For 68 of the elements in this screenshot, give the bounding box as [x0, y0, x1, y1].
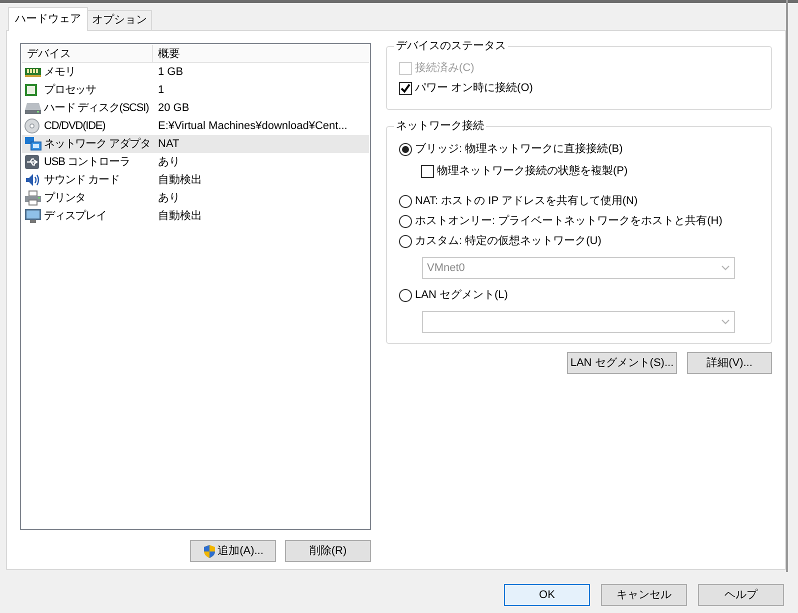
radio-button[interactable]	[399, 214, 412, 228]
checkbox[interactable]	[399, 82, 412, 94]
device-summary: NAT	[157, 136, 180, 152]
panel-button[interactable]: 詳細(V)...	[687, 352, 772, 374]
device-summary: 1	[157, 82, 164, 98]
checkbox-label: 接続済み(C)	[415, 60, 474, 76]
device-row[interactable]: サウンド カード 自動検出	[22, 171, 369, 189]
radio-label: NAT: ホストの IP アドレスを共有して使用(N)	[415, 194, 638, 209]
dialog-button[interactable]: キャンセル	[601, 584, 687, 606]
monitor-icon	[24, 208, 42, 224]
network-icon	[24, 136, 42, 152]
device-name: CD/DVD(IDE)	[44, 118, 106, 134]
panel-button[interactable]: LAN セグメント(S)...	[567, 352, 677, 374]
checkbox[interactable]	[421, 164, 434, 178]
chevron-down-icon	[721, 319, 730, 325]
radio-button[interactable]	[399, 194, 412, 208]
device-name: ディスプレイ	[44, 208, 106, 224]
chevron-down-icon	[721, 265, 730, 271]
dialog-button[interactable]: ヘルプ	[698, 584, 784, 606]
list-button[interactable]: 削除(R)	[285, 540, 371, 562]
device-name: プリンタ	[44, 190, 86, 206]
radio-button[interactable]	[399, 234, 412, 248]
device-row[interactable]: メモリ 1 GB	[22, 63, 369, 81]
device-row[interactable]: プロセッサ 1	[22, 81, 369, 99]
device-name: USB コントローラ	[44, 154, 130, 170]
device-row[interactable]: ハード ディスク(SCSI) 20 GB	[22, 99, 369, 117]
device-summary: 自動検出	[157, 208, 202, 224]
device-name: サウンド カード	[44, 172, 120, 188]
radio-label: ホストオンリー: プライベートネットワークをホストと共有(H)	[415, 214, 722, 229]
disc-icon	[24, 118, 42, 134]
device-summary: 1 GB	[157, 64, 184, 80]
checkbox-label: 物理ネットワーク接続の状態を複製(P)	[437, 164, 628, 179]
dropdown-value: VMnet0	[427, 260, 465, 276]
device-name: メモリ	[44, 64, 76, 80]
device-summary: 20 GB	[157, 100, 190, 116]
radio-label: カスタム: 特定の仮想ネットワーク(U)	[415, 234, 602, 249]
tab[interactable]: オプション	[87, 10, 152, 30]
radio-button[interactable]	[399, 288, 412, 302]
checkbox-label: パワー オン時に接続(O)	[415, 80, 533, 96]
device-name: プロセッサ	[44, 82, 96, 98]
device-row[interactable]: CD/DVD(IDE) E:¥Virtual Machines¥download¥Cent...	[22, 117, 369, 135]
tab[interactable]: ハードウェア	[8, 7, 88, 31]
radio-button[interactable]	[399, 142, 412, 156]
device-name: ハード ディスク(SCSI)	[44, 100, 149, 116]
column-header[interactable]: デバイス	[22, 45, 153, 63]
device-summary: 自動検出	[157, 172, 202, 188]
device-row[interactable]: USB コントローラ あり	[22, 153, 369, 171]
shield-icon	[202, 544, 216, 558]
group-title: ネットワーク接続	[394, 119, 486, 133]
dialog-button[interactable]: OK	[504, 584, 590, 606]
usb-icon	[24, 154, 42, 170]
memory-icon	[24, 66, 42, 78]
radio-label: LAN セグメント(L)	[415, 288, 508, 303]
device-row[interactable]: ネットワーク アダプタ NAT	[22, 135, 369, 153]
hard-drive-icon	[24, 101, 42, 115]
group-title: デバイスのステータス	[394, 39, 508, 53]
device-summary: あり	[157, 154, 180, 170]
speaker-icon	[24, 172, 42, 188]
device-list[interactable]: デバイス 概要 メモリ 1 GB プロセッサ 1 ハード ディスク(SCSI) 20 GB CD/DVD(IDE) E:¥Virtual Machines¥download¥Cent... ネットワーク アダプタ NAT USB コントローラ あり サウンド カード 自動検出 プリンタ あり ディスプレイ 自動検出	[20, 43, 371, 530]
device-row[interactable]: ディスプレイ 自動検出	[22, 207, 369, 225]
device-summary: E:¥Virtual Machines¥download¥Cent...	[157, 118, 348, 134]
list-button[interactable]: 追加(A)...	[190, 540, 276, 562]
radio-label: ブリッジ: 物理ネットワークに直接接続(B)	[415, 142, 623, 157]
printer-icon	[24, 190, 42, 206]
device-name: ネットワーク アダプタ	[44, 136, 150, 152]
device-row[interactable]: プリンタ あり	[22, 189, 369, 207]
device-summary: あり	[157, 190, 180, 206]
column-header[interactable]: 概要	[153, 45, 369, 63]
